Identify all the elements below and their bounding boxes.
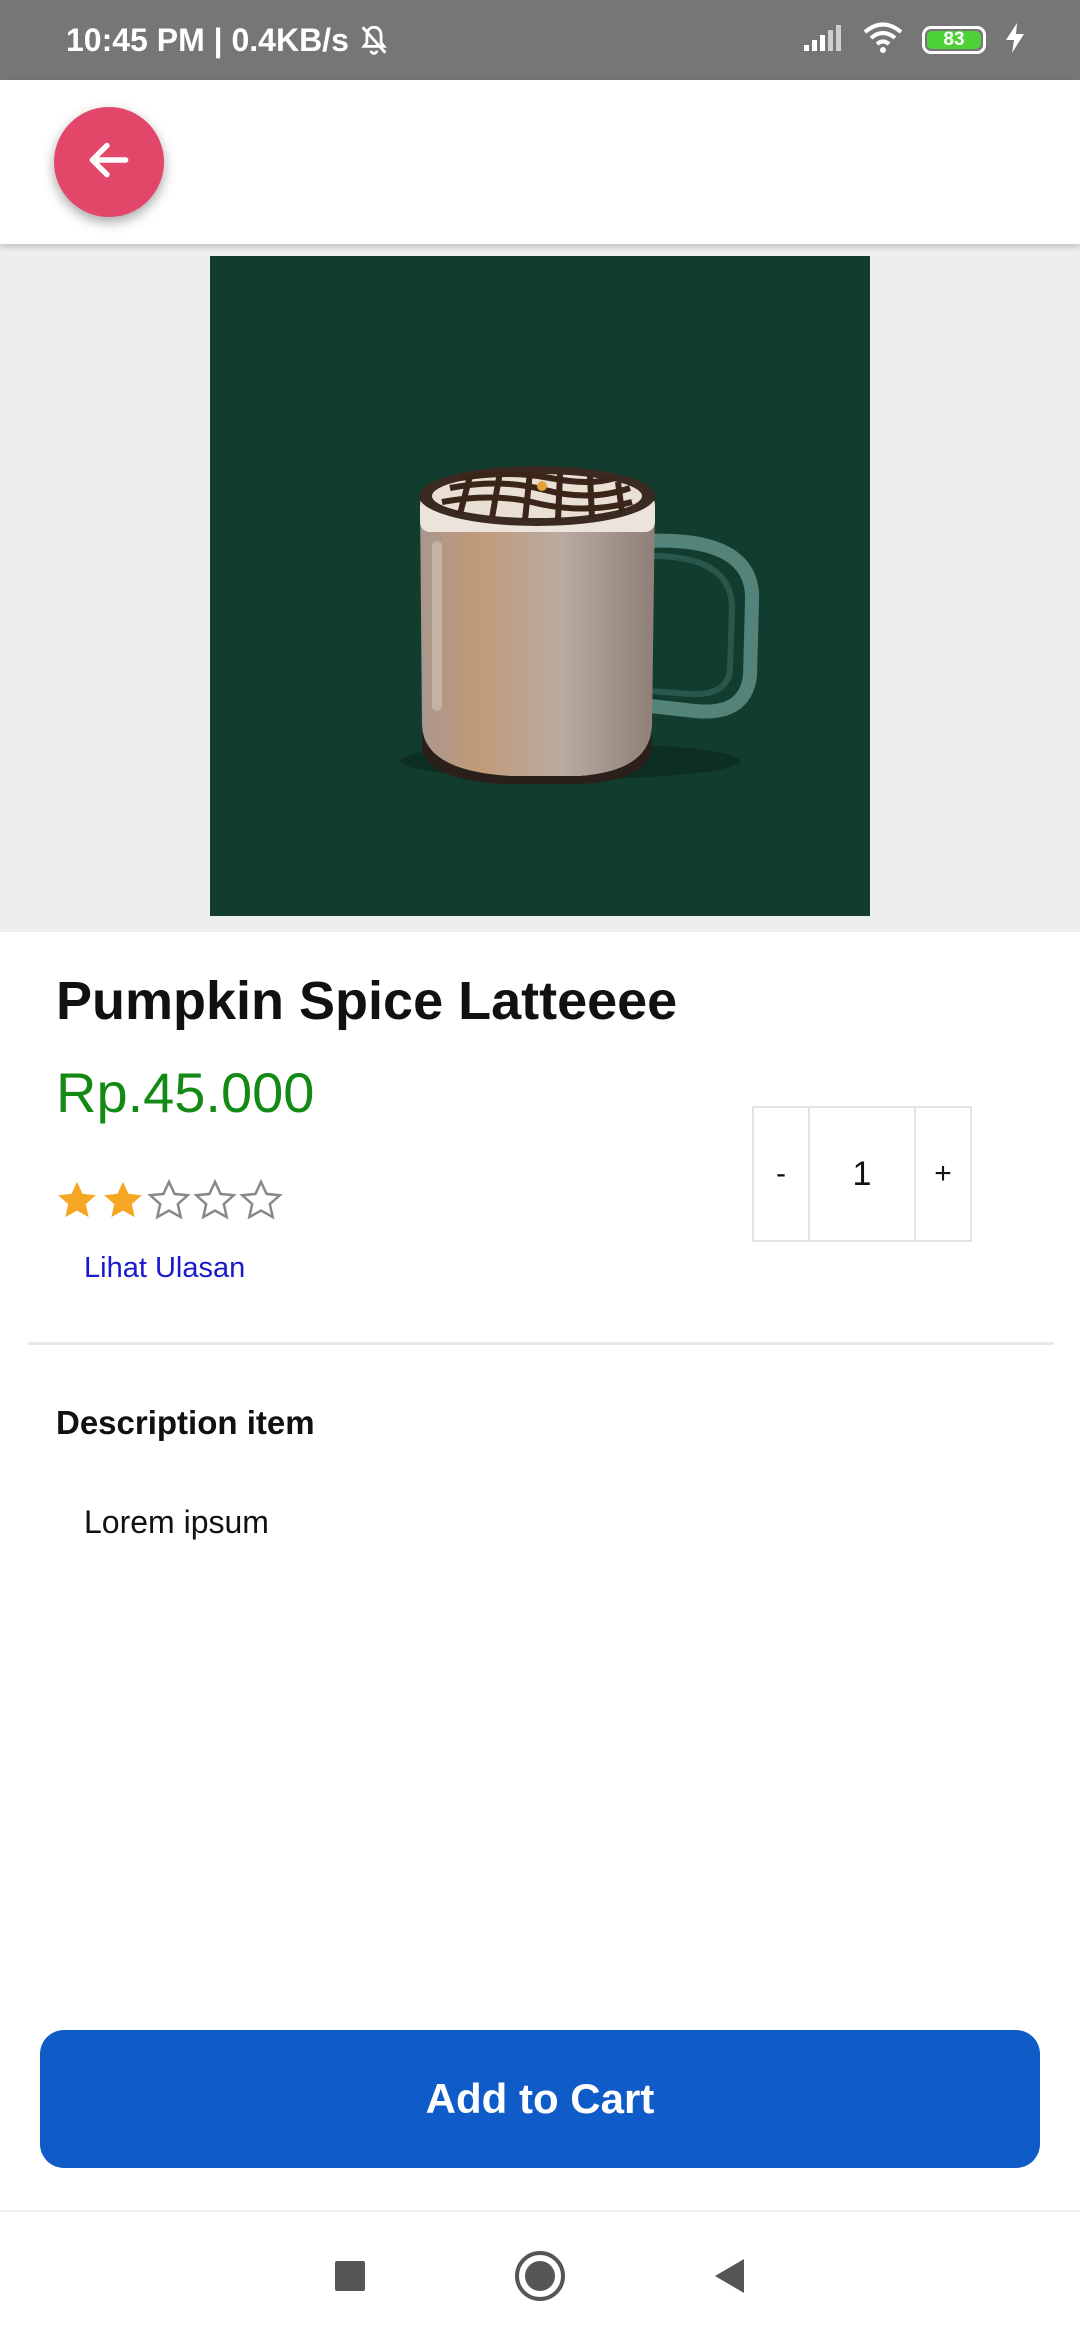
status-left: 10:45 PM | 0.4KB/s: [66, 22, 391, 59]
wifi-icon: [862, 21, 904, 60]
increment-button[interactable]: +: [916, 1108, 970, 1240]
description-heading: Description item: [56, 1404, 315, 1441]
charging-bolt-icon: [1004, 22, 1026, 59]
star-empty-icon: [192, 1178, 238, 1229]
view-reviews-link[interactable]: Lihat Ulasan: [84, 1252, 245, 1285]
product-name: Pumpkin Spice Latteeee: [56, 971, 678, 1031]
home-circle-icon[interactable]: [510, 2246, 570, 2306]
quantity-stepper: - 1 +: [752, 1106, 972, 1242]
status-time-speed: 10:45 PM | 0.4KB/s: [66, 21, 349, 58]
recents-square-icon[interactable]: [320, 2246, 380, 2306]
product-price: Rp.45.000: [56, 1061, 315, 1124]
star-filled-icon: [100, 1178, 146, 1229]
system-nav-bar: [0, 2210, 1080, 2340]
description-text: Lorem ipsum: [84, 1504, 269, 1540]
product-detail-screen: 10:45 PM | 0.4KB/s 83 Pumpkin Spice Latt…: [0, 0, 1080, 2340]
star-empty-icon: [238, 1178, 284, 1229]
battery-icon: 83: [922, 26, 986, 54]
arrow-left-icon: [84, 135, 134, 190]
add-to-cart-button[interactable]: Add to Cart: [40, 2030, 1040, 2168]
back-triangle-icon[interactable]: [700, 2246, 760, 2306]
product-image-area: [0, 244, 1080, 932]
star-filled-icon: [54, 1178, 100, 1229]
battery-level: 83: [927, 29, 981, 50]
coffee-mug-illustration: [400, 466, 760, 784]
bell-muted-icon: [357, 23, 391, 57]
signal-icon: [802, 23, 844, 58]
app-bar: [0, 80, 1080, 244]
status-bar: 10:45 PM | 0.4KB/s 83: [0, 0, 1080, 80]
product-image: [210, 256, 870, 916]
quantity-value[interactable]: 1: [808, 1108, 916, 1240]
back-button[interactable]: [54, 107, 164, 217]
divider: [28, 1342, 1054, 1345]
star-empty-icon: [146, 1178, 192, 1229]
decrement-button[interactable]: -: [754, 1108, 808, 1240]
star-rating: [54, 1178, 284, 1229]
status-right: 83: [802, 21, 1026, 60]
